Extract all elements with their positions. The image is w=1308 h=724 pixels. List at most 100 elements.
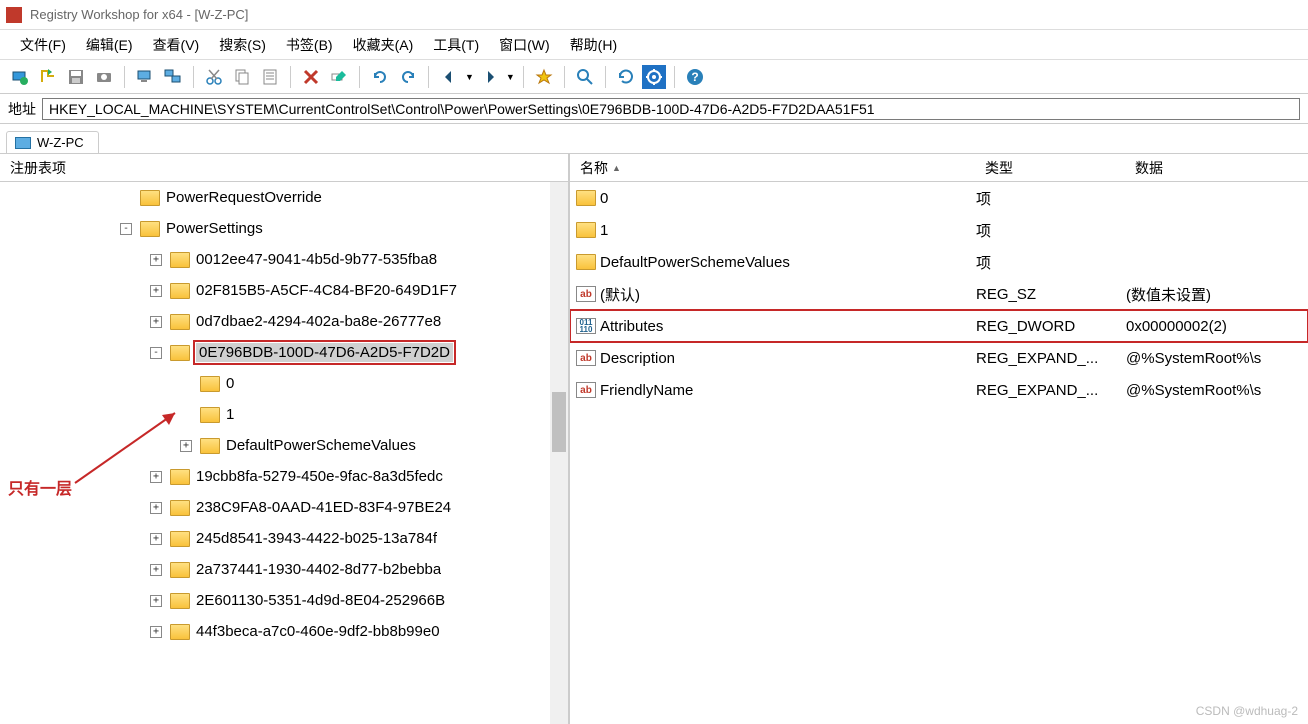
tree-row[interactable]: +2a737441-1930-4402-8d77-b2bebba [0, 554, 568, 585]
tree-panel: 注册表项 PowerRequestOverride-PowerSettings+… [0, 154, 570, 724]
expand-icon[interactable]: + [150, 471, 162, 483]
menu-favorites[interactable]: 收藏夹(A) [343, 31, 424, 59]
expand-icon[interactable]: + [150, 316, 162, 328]
value-row[interactable]: DefaultPowerSchemeValues项 [570, 246, 1308, 278]
value-type: 项 [976, 220, 1126, 241]
tree-row[interactable]: +44f3beca-a7c0-460e-9df2-bb8b99e0 [0, 616, 568, 647]
value-row[interactable]: abFriendlyNameREG_EXPAND_...@%SystemRoot… [570, 374, 1308, 406]
menu-view[interactable]: 查看(V) [143, 31, 210, 59]
back-dropdown-icon[interactable]: ▼ [465, 72, 474, 82]
menu-help[interactable]: 帮助(H) [560, 31, 627, 59]
scrollbar-thumb[interactable] [552, 392, 566, 452]
folder-icon [200, 376, 220, 392]
export-icon[interactable] [36, 65, 60, 89]
expand-icon[interactable]: + [150, 595, 162, 607]
value-row[interactable]: ab(默认)REG_SZ(数值未设置) [570, 278, 1308, 310]
help-icon[interactable]: ? [683, 65, 707, 89]
col-name-label: 名称 [580, 158, 608, 178]
menu-bookmarks[interactable]: 书签(B) [276, 31, 343, 59]
tree-row[interactable]: +0d7dbae2-4294-402a-ba8e-26777e8 [0, 306, 568, 337]
tree-spacer [180, 378, 192, 390]
tree-row[interactable]: +02F815B5-A5CF-4C84-BF20-649D1F7 [0, 275, 568, 306]
value-name: (默认) [600, 284, 976, 305]
tree-item-label: 238C9FA8-0AAD-41ED-83F4-97BE24 [196, 499, 451, 516]
toolbar-sep [359, 66, 360, 88]
tree-row[interactable]: PowerRequestOverride [0, 182, 568, 213]
tree-row[interactable]: -0E796BDB-100D-47D6-A2D5-F7D2D [0, 337, 568, 368]
tree-item-label: 0d7dbae2-4294-402a-ba8e-26777e8 [196, 313, 441, 330]
search-icon[interactable] [573, 65, 597, 89]
toolbar-sep [523, 66, 524, 88]
value-data: (数值未设置) [1126, 284, 1308, 305]
col-type[interactable]: 类型 [975, 158, 1125, 178]
value-data: 0x00000002(2) [1126, 318, 1308, 335]
tree-row[interactable]: +DefaultPowerSchemeValues [0, 430, 568, 461]
toolbar-sep [428, 66, 429, 88]
cut-icon[interactable] [202, 65, 226, 89]
connect-icon[interactable] [8, 65, 32, 89]
expand-icon[interactable]: + [150, 502, 162, 514]
redo-icon[interactable] [396, 65, 420, 89]
tree-item-label: 19cbb8fa-5279-450e-9fac-8a3d5fedc [196, 468, 443, 485]
expand-icon[interactable]: + [150, 626, 162, 638]
forward-icon[interactable] [478, 65, 502, 89]
save-icon[interactable] [64, 65, 88, 89]
tree-row[interactable]: +2E601130-5351-4d9d-8E04-252966B [0, 585, 568, 616]
favorite-icon[interactable] [532, 65, 556, 89]
address-input[interactable] [42, 98, 1300, 120]
tree-row[interactable]: +19cbb8fa-5279-450e-9fac-8a3d5fedc [0, 461, 568, 492]
tree-item-label: 0 [226, 375, 234, 392]
expand-icon[interactable]: + [150, 533, 162, 545]
tree-row[interactable]: 1 [0, 399, 568, 430]
rename-icon[interactable] [327, 65, 351, 89]
menu-window[interactable]: 窗口(W) [489, 31, 560, 59]
delete-icon[interactable] [299, 65, 323, 89]
tabbar: W-Z-PC [0, 124, 1308, 154]
folder-icon [170, 531, 190, 547]
paste-icon[interactable] [258, 65, 282, 89]
value-row[interactable]: 011110AttributesREG_DWORD0x00000002(2) [570, 310, 1308, 342]
col-name[interactable]: 名称▲ [570, 158, 975, 178]
forward-dropdown-icon[interactable]: ▼ [506, 72, 515, 82]
folder-icon [574, 190, 598, 206]
col-data[interactable]: 数据 [1125, 158, 1308, 178]
copy-icon[interactable] [230, 65, 254, 89]
toolbar-sep [124, 66, 125, 88]
toolbar-sep [605, 66, 606, 88]
address-label: 地址 [8, 99, 42, 119]
values-body[interactable]: 0项1项DefaultPowerSchemeValues项ab(默认)REG_S… [570, 182, 1308, 724]
vertical-scrollbar[interactable] [550, 182, 568, 724]
back-icon[interactable] [437, 65, 461, 89]
folder-icon [170, 314, 190, 330]
expand-icon[interactable]: + [150, 254, 162, 266]
value-row[interactable]: abDescriptionREG_EXPAND_...@%SystemRoot%… [570, 342, 1308, 374]
refresh-icon[interactable] [614, 65, 638, 89]
snapshot-icon[interactable] [92, 65, 116, 89]
pc2-icon[interactable] [161, 65, 185, 89]
settings-icon[interactable] [642, 65, 666, 89]
menu-search[interactable]: 搜索(S) [209, 31, 276, 59]
undo-icon[interactable] [368, 65, 392, 89]
tree-row[interactable]: -PowerSettings [0, 213, 568, 244]
tree-row[interactable]: +245d8541-3943-4422-b025-13a784f [0, 523, 568, 554]
expand-icon[interactable]: + [180, 440, 192, 452]
annotation-label: 只有一层 [8, 475, 72, 499]
value-name: Description [600, 350, 976, 367]
collapse-icon[interactable]: - [120, 223, 132, 235]
tree-row[interactable]: +0012ee47-9041-4b5d-9b77-535fba8 [0, 244, 568, 275]
value-type: 项 [976, 252, 1126, 273]
tree-body[interactable]: PowerRequestOverride-PowerSettings+0012e… [0, 182, 568, 724]
collapse-icon[interactable]: - [150, 347, 162, 359]
tree-row[interactable]: +238C9FA8-0AAD-41ED-83F4-97BE24 [0, 492, 568, 523]
menu-edit[interactable]: 编辑(E) [76, 31, 143, 59]
menu-tools[interactable]: 工具(T) [423, 31, 489, 59]
menu-file[interactable]: 文件(F) [10, 31, 76, 59]
value-row[interactable]: 1项 [570, 214, 1308, 246]
tree-row[interactable]: 0 [0, 368, 568, 399]
value-row[interactable]: 0项 [570, 182, 1308, 214]
expand-icon[interactable]: + [150, 564, 162, 576]
pc1-icon[interactable] [133, 65, 157, 89]
col-data-label: 数据 [1135, 158, 1163, 178]
tab-computer[interactable]: W-Z-PC [6, 131, 99, 153]
expand-icon[interactable]: + [150, 285, 162, 297]
